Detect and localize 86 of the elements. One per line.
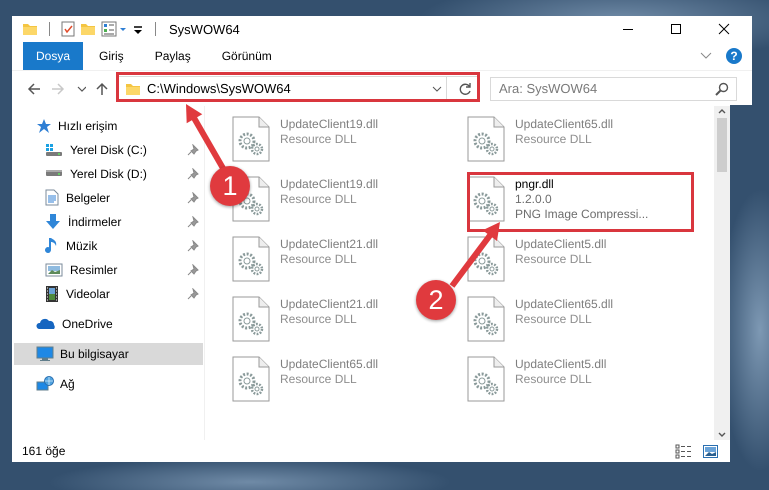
- file-name[interactable]: UpdateClient19.dll: [280, 176, 378, 191]
- file-gear-icon: [467, 116, 505, 162]
- ribbon-tab[interactable]: Paylaş: [140, 42, 206, 70]
- sidebar-item[interactable]: Resimler: [14, 258, 203, 281]
- ribbon-tab[interactable]: Görünüm: [206, 42, 287, 70]
- file-name[interactable]: UpdateClient19.dll: [280, 116, 378, 131]
- window-title: SysWOW64: [168, 22, 240, 36]
- file-detail: Resource DLL: [515, 252, 593, 266]
- file-name[interactable]: UpdateClient21.dll: [280, 236, 378, 251]
- image-icon: [45, 262, 63, 277]
- music-icon: [45, 236, 59, 255]
- arrow-icon: [94, 80, 110, 97]
- close-icon: [718, 23, 730, 35]
- file-name[interactable]: UpdateClient65.dll: [515, 296, 614, 311]
- file-gear-icon: [467, 296, 505, 342]
- file-gear-icon: [232, 116, 270, 162]
- sidebar-item[interactable]: OneDrive: [14, 312, 203, 335]
- file-detail: Resource DLL: [280, 312, 358, 326]
- refresh-icon: [458, 82, 472, 96]
- file-detail: PNG Image Compressi...: [515, 206, 648, 221]
- file-name[interactable]: UpdateClient65.dll: [515, 116, 614, 131]
- cloud-icon: [36, 317, 56, 330]
- address-field[interactable]: C:\Windows\SysWOW64: [118, 76, 478, 102]
- properties-icon[interactable]: [101, 21, 127, 37]
- file-gear-icon: [467, 176, 505, 222]
- file-detail: 1.2.0.0: [515, 192, 553, 206]
- folder-icon: [125, 82, 141, 96]
- file-detail: Resource DLL: [280, 132, 358, 146]
- document-icon: [45, 189, 59, 206]
- sidebar-item[interactable]: Yerel Disk (D:): [14, 162, 203, 185]
- network-icon: [36, 376, 54, 392]
- file-detail: Resource DLL: [515, 312, 593, 326]
- star-icon: [36, 118, 52, 134]
- pin-icon[interactable]: [187, 144, 199, 156]
- file-gear-icon: [467, 356, 505, 402]
- file-name[interactable]: UpdateClient65.dll: [280, 356, 378, 371]
- sidebar-item[interactable]: Yerel Disk (C:): [14, 138, 203, 161]
- sidebar-item[interactable]: Müzik: [14, 234, 203, 257]
- film-icon: [45, 284, 59, 303]
- search-field[interactable]: Ara: SysWOW64: [490, 76, 737, 101]
- search-icon: [715, 82, 729, 96]
- file-gear-icon: [232, 356, 270, 402]
- file-detail: Resource DLL: [515, 372, 593, 386]
- pin-icon[interactable]: [187, 264, 199, 276]
- drive-icon: [45, 170, 63, 178]
- pin-icon[interactable]: [187, 288, 199, 300]
- checklist-icon[interactable]: [61, 21, 75, 37]
- caret-icon[interactable]: [432, 84, 442, 93]
- file-detail: Resource DLL: [280, 192, 358, 206]
- arrow: [450, 222, 500, 288]
- pin-icon[interactable]: [187, 240, 199, 252]
- folder-icon: [80, 22, 96, 36]
- details-view-icon: [675, 442, 692, 460]
- file-detail: Resource DLL: [515, 132, 593, 146]
- sidebar-item[interactable]: Videolar: [14, 282, 203, 305]
- sidebar-item[interactable]: Bu bilgisayar: [14, 342, 203, 365]
- arrow: [186, 104, 227, 172]
- file-name[interactable]: UpdateClient5.dll: [515, 236, 606, 251]
- ribbon-tab[interactable]: Giriş: [84, 42, 139, 70]
- file-detail: Resource DLL: [280, 252, 358, 266]
- pin-icon[interactable]: [187, 192, 199, 204]
- expand-ribbon-icon[interactable]: [700, 52, 712, 60]
- sidebar-item[interactable]: İndirmeler: [14, 210, 203, 233]
- maximize-icon: [670, 23, 682, 35]
- item-count: 161 öğe: [22, 444, 66, 458]
- help-button[interactable]: ?: [726, 48, 742, 64]
- file-gear-icon: [232, 236, 270, 282]
- file-detail: Resource DLL: [280, 372, 358, 386]
- pin-icon[interactable]: [187, 216, 199, 228]
- scrollbar-thumb[interactable]: [717, 118, 727, 172]
- folder-icon: [22, 22, 38, 36]
- sidebar-item[interactable]: Belgeler: [14, 186, 203, 209]
- sidebar-item[interactable]: Hızlı erişim: [14, 114, 203, 137]
- sidebar-item[interactable]: Ağ: [14, 372, 203, 395]
- scrollbar[interactable]: [714, 106, 730, 440]
- monitor-icon: [36, 346, 54, 362]
- file-gear-icon: [232, 296, 270, 342]
- arrow-icon: [50, 80, 66, 97]
- file-name[interactable]: UpdateClient21.dll: [280, 296, 378, 311]
- pin-icon[interactable]: [187, 168, 199, 180]
- file-name[interactable]: UpdateClient5.dll: [515, 356, 606, 371]
- arrow-icon: [26, 80, 42, 97]
- file-name[interactable]: pngr.dll: [515, 176, 648, 191]
- file-menu-tab[interactable]: Dosya: [23, 42, 84, 70]
- download-icon: [45, 213, 61, 230]
- drive-icon: [45, 142, 63, 157]
